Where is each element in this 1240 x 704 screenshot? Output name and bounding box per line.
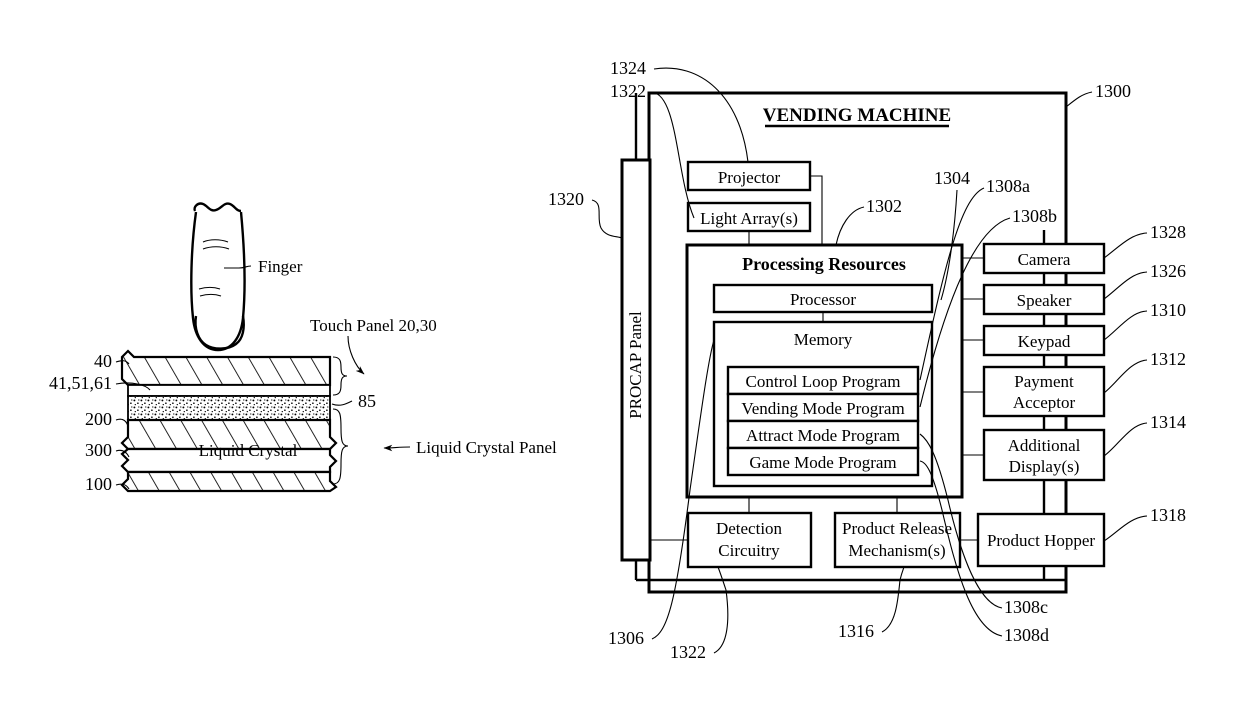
ref-1312: 1312	[1150, 349, 1186, 369]
payment-acceptor-label-line2: Acceptor	[1013, 393, 1076, 412]
program-block-3[interactable]: Game Mode Program	[726, 446, 920, 477]
patent-figure-svg: Finger Liquid Crystal 40 41,51,61 200 30…	[49, 58, 1186, 662]
ref-1314: 1314	[1150, 412, 1186, 432]
attract-mode-program-label: Attract Mode Program	[746, 426, 900, 445]
projector-label: Projector	[718, 168, 781, 187]
ref-1322-detection: 1322	[670, 642, 706, 662]
ref-41-51-61: 41,51,61	[49, 373, 112, 393]
finger-illustration: Finger	[190, 202, 303, 352]
product-release-mechanism-box[interactable]: Product Release Mechanism(s)	[833, 511, 962, 569]
vending-mode-program-label: Vending Mode Program	[741, 399, 904, 418]
game-mode-program-label: Game Mode Program	[749, 453, 896, 472]
program-block-0[interactable]: Control Loop Program	[726, 365, 920, 396]
program-block-2[interactable]: Attract Mode Program	[726, 419, 920, 450]
layer-100-lower-glass	[120, 470, 338, 493]
ref-1302: 1302	[866, 196, 902, 216]
ref-1308a: 1308a	[986, 176, 1030, 196]
light-array-box[interactable]: Light Array(s)	[686, 201, 812, 233]
liquid-crystal-layer-label: Liquid Crystal	[199, 441, 298, 460]
layer-40-top-hatched	[120, 349, 332, 387]
ref-200: 200	[85, 409, 112, 429]
left-brace-labels: Touch Panel 20,30 85 Liquid Crystal Pane…	[310, 316, 557, 485]
patent-figure-page: Finger Liquid Crystal 40 41,51,61 200 30…	[0, 0, 1240, 704]
liquid-crystal-panel-label: Liquid Crystal Panel	[416, 438, 557, 457]
procap-panel-box[interactable]: PROCAP Panel	[620, 158, 652, 562]
peripheral-additional-displays[interactable]: Additional Display(s)	[982, 428, 1106, 482]
ref-1324: 1324	[610, 58, 646, 78]
ref-300: 300	[85, 440, 112, 460]
ref-1306: 1306	[608, 628, 644, 648]
program-block-1[interactable]: Vending Mode Program	[726, 392, 920, 423]
ref-85: 85	[358, 391, 376, 411]
layer-85-stipple	[127, 395, 331, 421]
ref-1308d: 1308d	[1004, 625, 1049, 645]
peripheral-speaker[interactable]: Speaker	[982, 283, 1106, 316]
processor-label: Processor	[790, 290, 856, 309]
layer-electrode-gap	[127, 384, 331, 397]
product-release-label-line2: Mechanism(s)	[848, 541, 945, 560]
procap-panel-label: PROCAP Panel	[626, 311, 645, 419]
light-array-label: Light Array(s)	[700, 209, 798, 228]
ref-1310: 1310	[1150, 300, 1186, 320]
control-loop-program-label: Control Loop Program	[746, 372, 901, 391]
processing-resources-label: Processing Resources	[742, 254, 906, 274]
peripheral-payment-acceptor[interactable]: Payment Acceptor	[982, 365, 1106, 418]
product-release-label-line1: Product Release	[842, 519, 952, 538]
ref-1322-light-array: 1322	[610, 81, 646, 101]
ref-1328: 1328	[1150, 222, 1186, 242]
ref-1316: 1316	[838, 621, 874, 641]
additional-displays-label-line2: Display(s)	[1009, 457, 1080, 476]
ref-1300: 1300	[1095, 81, 1131, 101]
product-hopper-label: Product Hopper	[987, 531, 1095, 550]
peripheral-keypad[interactable]: Keypad	[982, 324, 1106, 357]
keypad-label: Keypad	[1018, 332, 1071, 351]
projector-box[interactable]: Projector	[686, 160, 812, 192]
detection-circuitry-label-line2: Circuitry	[718, 541, 780, 560]
panel-layer-stack: Liquid Crystal	[120, 349, 338, 493]
camera-label: Camera	[1018, 250, 1071, 269]
peripheral-product-hopper[interactable]: Product Hopper	[976, 512, 1106, 568]
touch-panel-label: Touch Panel 20,30	[310, 316, 437, 335]
ref-1308c: 1308c	[1004, 597, 1048, 617]
ref-40: 40	[94, 351, 112, 371]
payment-acceptor-label-line1: Payment	[1014, 372, 1074, 391]
memory-label: Memory	[794, 330, 853, 349]
vending-machine-title: VENDING MACHINE	[763, 105, 951, 126]
ref-1308b: 1308b	[1012, 206, 1057, 226]
speaker-label: Speaker	[1017, 291, 1072, 310]
processor-box[interactable]: Processor	[712, 283, 934, 314]
ref-100: 100	[85, 474, 112, 494]
peripheral-camera[interactable]: Camera	[982, 242, 1106, 275]
detection-circuitry-box[interactable]: Detection Circuitry	[686, 511, 813, 569]
ref-1320: 1320	[548, 189, 584, 209]
finger-label: Finger	[258, 257, 303, 276]
ref-1318: 1318	[1150, 505, 1186, 525]
ref-1326: 1326	[1150, 261, 1186, 281]
detection-circuitry-label-line1: Detection	[716, 519, 783, 538]
additional-displays-label-line1: Additional	[1008, 436, 1081, 455]
ref-1304: 1304	[934, 168, 970, 188]
